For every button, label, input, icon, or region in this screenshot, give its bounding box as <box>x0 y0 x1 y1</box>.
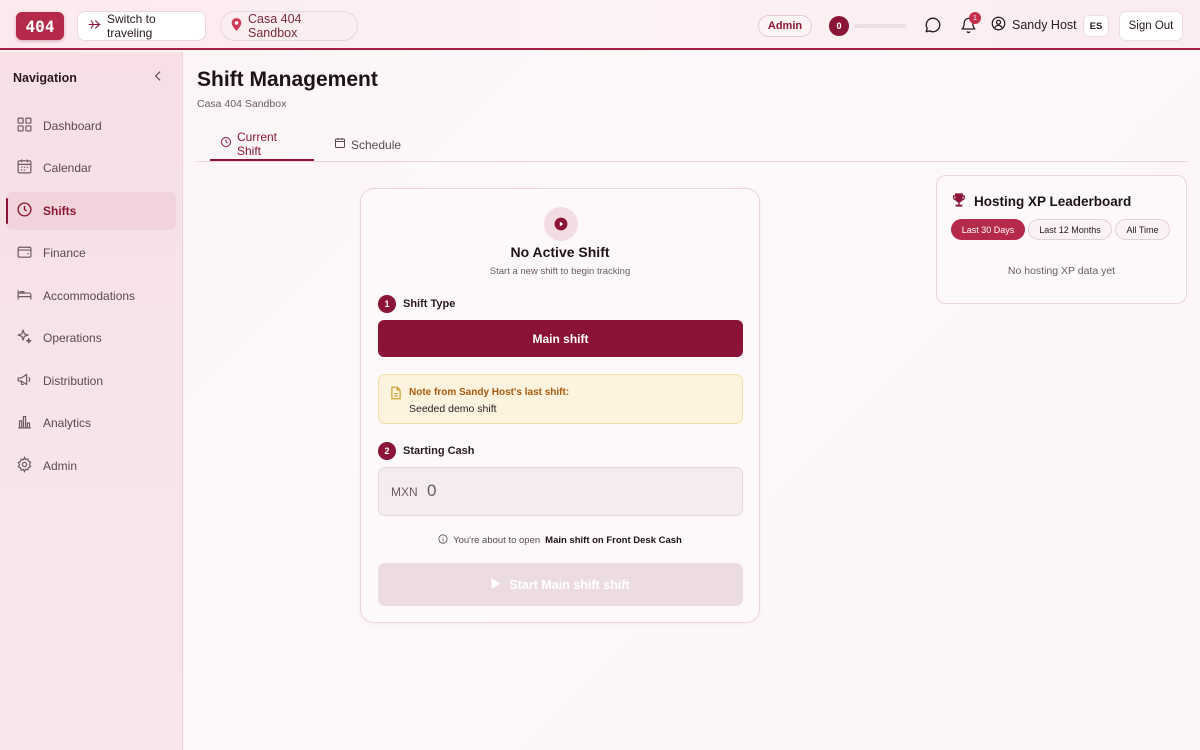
wallet-icon <box>16 243 33 263</box>
sidebar-item-label: Dashboard <box>43 119 102 133</box>
calendar-icon <box>334 137 346 152</box>
sign-out-button[interactable]: Sign Out <box>1119 11 1183 41</box>
notification-count-badge: 1 <box>969 12 981 24</box>
trophy-icon <box>951 192 967 211</box>
currency-label: MXN <box>391 485 418 499</box>
top-bar: 404 Switch to traveling Casa 404 Sandbox… <box>0 0 1200 50</box>
play-circle-icon <box>544 207 578 241</box>
leaderboard-title: Hosting XP Leaderboard <box>974 194 1132 209</box>
previous-shift-note: Note from Sandy Host's last shift: Seede… <box>378 374 743 424</box>
switch-to-traveling-button[interactable]: Switch to traveling <box>77 11 206 41</box>
chat-icon[interactable] <box>923 15 943 35</box>
step-number: 2 <box>378 442 396 460</box>
tab-current-shift[interactable]: Current Shift <box>210 128 314 161</box>
starting-cash-input[interactable]: MXN 0 <box>378 467 743 516</box>
property-selector[interactable]: Casa 404 Sandbox <box>220 11 358 41</box>
sidebar-item-finance[interactable]: Finance <box>6 234 176 272</box>
bed-icon <box>16 286 33 306</box>
sidebar-item-operations[interactable]: Operations <box>6 319 176 357</box>
sidebar-item-shifts[interactable]: Shifts <box>6 192 176 230</box>
tab-bar: Current Shift Schedule <box>197 128 1187 162</box>
map-pin-icon <box>231 18 242 34</box>
filter-all-time[interactable]: All Time <box>1115 219 1170 240</box>
start-shift-card: No Active Shift Start a new shift to beg… <box>360 188 760 623</box>
plane-icon <box>88 18 101 34</box>
step-label: Starting Cash <box>403 445 475 457</box>
sidebar-item-label: Shifts <box>43 204 77 218</box>
note-body: Seeded demo shift <box>409 403 497 415</box>
grid-icon <box>16 116 33 136</box>
play-icon <box>491 577 502 592</box>
info-icon <box>438 534 448 547</box>
xp-progress-bar <box>854 24 906 28</box>
switch-label: Switch to traveling <box>107 12 156 40</box>
document-icon <box>390 386 403 400</box>
tab-label: Schedule <box>351 137 402 152</box>
info-target: Main shift on Front Desk Cash <box>545 535 682 546</box>
leaderboard-header: Hosting XP Leaderboard <box>951 192 1131 211</box>
user-menu[interactable]: Sandy Host <box>991 16 1077 34</box>
shift-type-main-button[interactable]: Main shift <box>378 320 743 357</box>
tab-schedule[interactable]: Schedule <box>334 128 401 161</box>
user-name: Sandy Host <box>1012 18 1077 32</box>
clock-icon <box>16 201 33 221</box>
sidebar-item-calendar[interactable]: Calendar <box>6 149 176 187</box>
chevron-left-icon[interactable] <box>151 69 165 83</box>
cash-value[interactable]: 0 <box>427 481 436 501</box>
sidebar-item-distribution[interactable]: Distribution <box>6 362 176 400</box>
start-shift-button[interactable]: Start Main shift shift <box>378 563 743 606</box>
sidebar-item-analytics[interactable]: Analytics <box>6 404 176 442</box>
card-subtitle: Start a new shift to begin tracking <box>489 266 631 277</box>
open-shift-info: You're about to open Main shift on Front… <box>361 534 759 547</box>
tab-label: Current Shift <box>237 129 278 158</box>
bar-chart-icon <box>16 413 33 433</box>
step-starting-cash: 2 Starting Cash <box>378 442 475 460</box>
sidebar-item-accommodations[interactable]: Accommodations <box>6 277 176 315</box>
sidebar-item-label: Operations <box>43 331 102 345</box>
sparkles-icon <box>16 328 33 348</box>
leaderboard-empty-state: No hosting XP data yet <box>1007 265 1116 277</box>
clock-icon <box>220 136 232 151</box>
sidebar-item-label: Admin <box>43 459 78 473</box>
sidebar-item-label: Finance <box>43 246 86 260</box>
calendar-icon <box>16 158 33 178</box>
start-label: Start Main shift shift <box>509 577 630 592</box>
page-subtitle: Casa 404 Sandbox <box>197 98 287 110</box>
xp-leaderboard-card: Hosting XP Leaderboard Last 30 Days Last… <box>936 175 1187 304</box>
user-circle-icon <box>991 16 1006 34</box>
sidebar-item-label: Analytics <box>43 416 92 430</box>
logo[interactable]: 404 <box>16 12 64 40</box>
language-toggle[interactable]: ES <box>1083 15 1109 37</box>
xp-level-badge: 0 <box>829 16 849 36</box>
note-heading: Note from Sandy Host's last shift: <box>409 387 570 398</box>
card-title: No Active Shift <box>510 244 610 260</box>
sidebar-item-label: Accommodations <box>43 289 136 303</box>
sidebar-title: Navigation <box>13 71 77 85</box>
role-badge: Admin <box>758 15 812 37</box>
info-prefix: You're about to open <box>453 535 541 546</box>
sidebar-item-label: Distribution <box>43 374 104 388</box>
gear-icon <box>16 456 33 476</box>
sidebar-item-dashboard[interactable]: Dashboard <box>6 107 176 145</box>
sidebar-item-label: Calendar <box>43 161 92 175</box>
megaphone-icon <box>16 371 33 391</box>
page-title: Shift Management <box>197 68 378 91</box>
step-number: 1 <box>378 295 396 313</box>
filter-last-12-months[interactable]: Last 12 Months <box>1028 219 1112 240</box>
property-label: Casa 404 Sandbox <box>248 12 302 40</box>
sidebar: Navigation Dashboard Calendar Shifts Fin… <box>0 52 183 750</box>
step-shift-type: 1 Shift Type <box>378 295 455 313</box>
sidebar-item-admin[interactable]: Admin <box>6 447 176 485</box>
filter-last-30-days[interactable]: Last 30 Days <box>951 219 1025 240</box>
step-label: Shift Type <box>403 298 456 310</box>
